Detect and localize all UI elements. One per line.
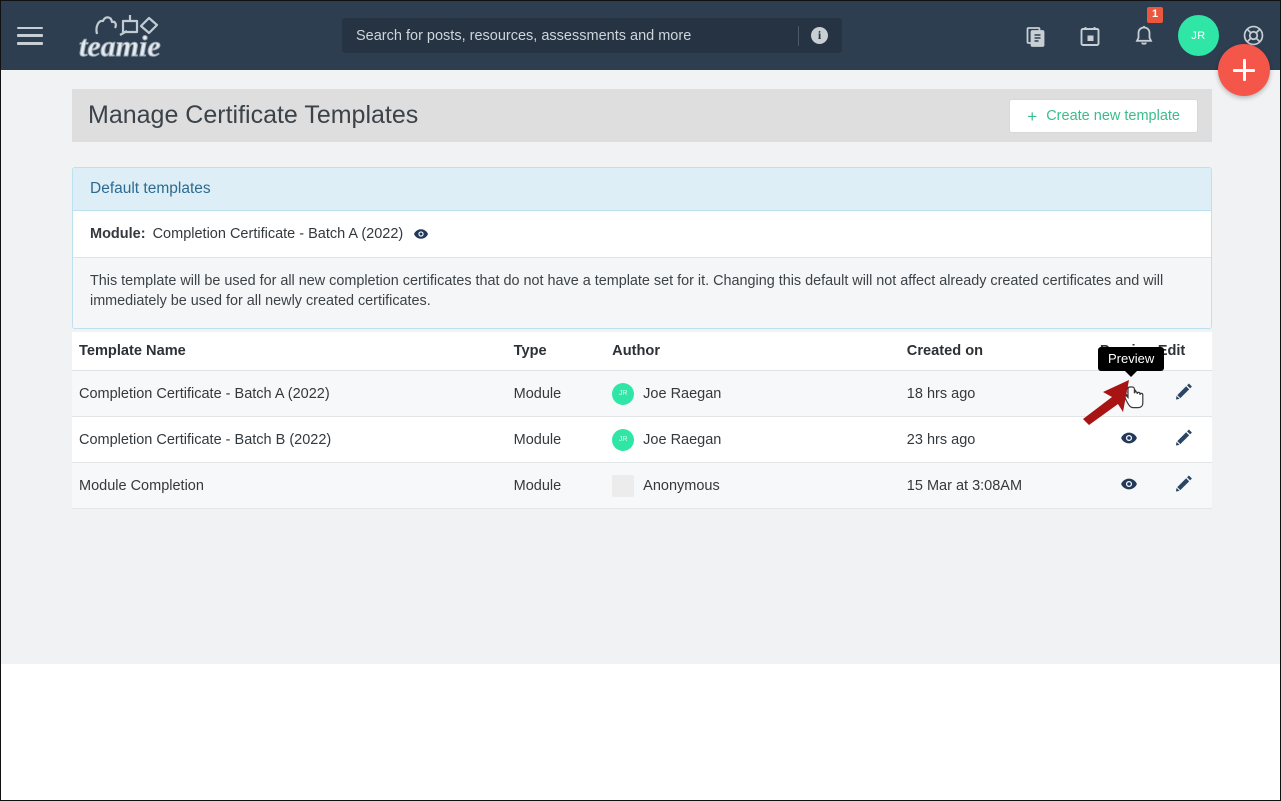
table-header-row: Template Name Type Author Created on Pre… (72, 332, 1212, 371)
templates-table: Template Name Type Author Created on Pre… (72, 332, 1212, 509)
top-navigation-bar: teamie Search for posts, resources, asse… (1, 1, 1280, 96)
author-name: Anonymous (643, 477, 720, 494)
column-type[interactable]: Type (513, 332, 613, 371)
default-module-row: Module: Completion Certificate - Batch A… (73, 211, 1211, 258)
search-divider (798, 25, 799, 46)
table-row[interactable]: Module Completion Module Anonymous 15 Mar a… (72, 462, 1212, 509)
eye-preview-icon[interactable] (413, 226, 429, 242)
column-created-on[interactable]: Created on (906, 332, 1100, 371)
calendar-icon[interactable] (1063, 1, 1117, 70)
author-name: Joe Raegan (643, 431, 722, 448)
create-new-template-label: Create new template (1046, 108, 1180, 124)
column-author[interactable]: Author (612, 332, 907, 371)
teamie-logo[interactable]: teamie (71, 12, 191, 63)
search-placeholder: Search for posts, resources, assessments… (356, 27, 692, 44)
notification-badge: 1 (1147, 7, 1163, 23)
author-name: Joe Raegan (643, 385, 722, 402)
avatar (612, 474, 635, 497)
cell-type: Module (513, 416, 613, 463)
module-value: Completion Certificate - Batch A (2022) (152, 226, 404, 242)
table-row[interactable]: Completion Certificate - Batch A (2022) M… (72, 370, 1212, 417)
mouse-cursor-icon (1124, 385, 1147, 416)
pencil-edit-icon[interactable] (1175, 428, 1194, 447)
pencil-edit-icon[interactable] (1175, 382, 1194, 401)
page-header: Manage Certificate Templates + Create ne… (72, 89, 1212, 142)
avatar: JR (612, 428, 635, 451)
cell-author: JR Joe Raegan (612, 370, 907, 417)
create-new-template-button[interactable]: + Create new template (1009, 99, 1198, 133)
edit-button[interactable] (1157, 416, 1212, 463)
info-icon[interactable]: i (811, 27, 828, 44)
cell-template-name: Module Completion (72, 462, 514, 509)
table-row[interactable]: Completion Certificate - Batch B (2022) M… (72, 416, 1212, 463)
column-template-name[interactable]: Template Name (72, 332, 514, 371)
app-page: teamie Search for posts, resources, asse… (1, 1, 1280, 800)
cell-template-name: Completion Certificate - Batch B (2022) (72, 416, 514, 463)
avatar: JR (612, 382, 635, 405)
cell-author: Anonymous (612, 462, 907, 509)
preview-tooltip: Preview (1098, 347, 1165, 377)
newsfeed-icon[interactable] (1009, 1, 1063, 70)
default-templates-panel: Default templates Module: Completion Cer… (72, 167, 1212, 329)
hamburger-menu-icon[interactable] (17, 26, 43, 45)
svg-text:teamie: teamie (79, 30, 161, 63)
user-avatar[interactable]: JR (1178, 15, 1219, 56)
global-search-input[interactable]: Search for posts, resources, assessments… (342, 18, 842, 53)
cell-created-on: 15 Mar at 3:08AM (906, 462, 1100, 509)
eye-preview-icon[interactable] (1120, 429, 1138, 447)
page-title: Manage Certificate Templates (88, 101, 419, 129)
pencil-edit-icon[interactable] (1175, 474, 1194, 493)
default-templates-heading: Default templates (73, 168, 1211, 211)
cell-template-name: Completion Certificate - Batch A (2022) (72, 370, 514, 417)
create-fab-button[interactable] (1218, 44, 1270, 96)
default-template-note: This template will be used for all new c… (73, 258, 1211, 328)
cell-author: JR Joe Raegan (612, 416, 907, 463)
module-label: Module: (90, 226, 146, 242)
edit-button[interactable] (1157, 462, 1212, 509)
notifications-bell-icon[interactable]: 1 (1117, 1, 1171, 70)
edit-button[interactable] (1157, 370, 1212, 417)
eye-preview-icon[interactable] (1120, 475, 1138, 493)
preview-button[interactable] (1099, 462, 1158, 509)
table-body: Completion Certificate - Batch A (2022) M… (72, 370, 1212, 509)
avatar-initials: JR (1191, 29, 1206, 42)
cell-type: Module (513, 370, 613, 417)
column-edit: Edit (1157, 332, 1212, 371)
plus-icon: + (1027, 106, 1038, 126)
cell-type: Module (513, 462, 613, 509)
